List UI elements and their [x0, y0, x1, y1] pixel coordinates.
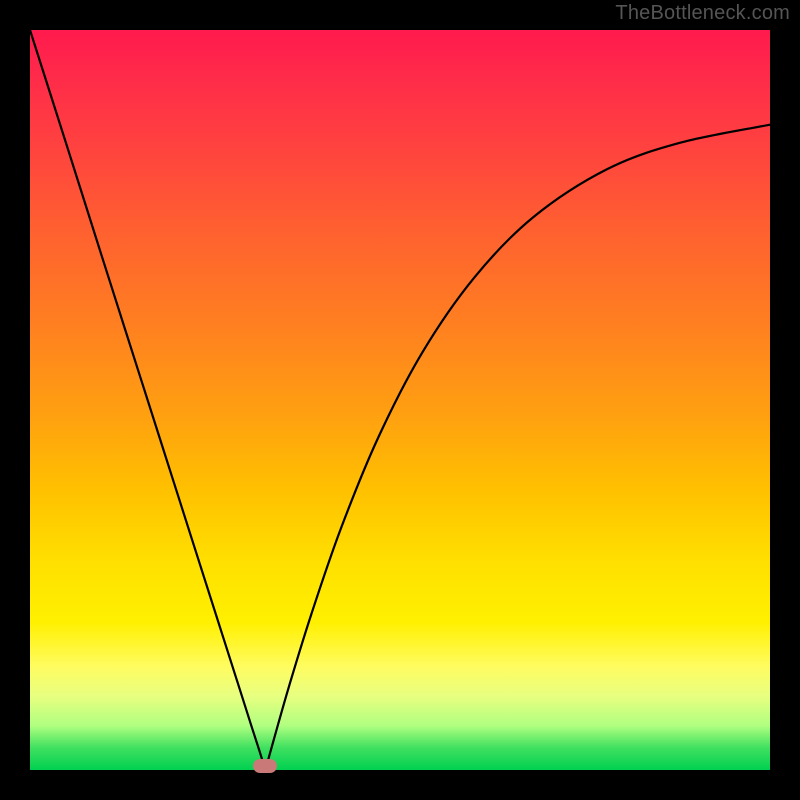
watermark-text: TheBottleneck.com: [615, 2, 790, 25]
bottleneck-curve: [30, 30, 770, 770]
min-marker: [253, 759, 277, 773]
curve-svg: [30, 30, 770, 770]
chart-frame: TheBottleneck.com: [0, 0, 800, 800]
plot-area: [30, 30, 770, 770]
